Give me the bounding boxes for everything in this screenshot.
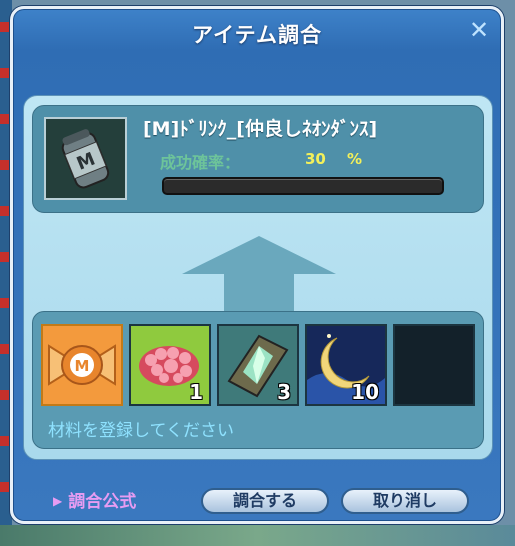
mixing-area: M [M]ﾄﾞﾘﾝｸ_[仲良しﾈｵﾝﾀﾞﾝｽ] 成功確率： 30 % M 1 3… [23,95,493,460]
success-rate-value: 30 [305,150,326,168]
window-title: アイテム調合 [192,23,322,47]
mixing-formula-link[interactable]: ▶ 調合公式 [53,487,136,512]
mix-button[interactable]: 調合する [201,488,329,514]
material-slot-4[interactable]: 10 [305,324,387,406]
background-ground [0,525,515,546]
success-rate-label: 成功確率： [160,153,241,172]
drink-bottle-icon: M [44,117,127,200]
close-icon[interactable]: ✕ [467,18,491,42]
arrow-up-icon [182,236,336,314]
success-rate-unit: % [347,150,363,168]
material-slot-2[interactable]: 1 [129,324,211,406]
triangle-right-icon: ▶ [53,494,63,508]
material-slot-3[interactable]: 3 [217,324,299,406]
material-slot-5[interactable] [393,324,475,406]
m-candy-icon: M [43,326,121,404]
cancel-button[interactable]: 取り消し [341,488,469,514]
material-slot-1[interactable]: M [41,324,123,406]
materials-panel: M 1 3 10 材料を登録してください [32,311,484,449]
material-count-4: 10 [351,380,379,404]
success-progress-bar [162,177,444,195]
result-panel: M [M]ﾄﾞﾘﾝｸ_[仲良しﾈｵﾝﾀﾞﾝｽ] 成功確率： 30 % [32,105,484,213]
svg-text:M: M [75,357,90,375]
material-count-3: 3 [277,380,291,404]
result-item-name: [M]ﾄﾞﾘﾝｸ_[仲良しﾈｵﾝﾀﾞﾝｽ] [143,118,378,140]
item-mixing-window: アイテム調合 ✕ M [M]ﾄﾞﾘﾝｸ_[仲良しﾈｵﾝﾀﾞﾝｽ] 成功確率： 3… [10,6,504,524]
materials-hint: 材料を登録してください [48,421,234,441]
material-count-2: 1 [189,380,203,404]
mixing-formula-label: 調合公式 [68,492,137,512]
